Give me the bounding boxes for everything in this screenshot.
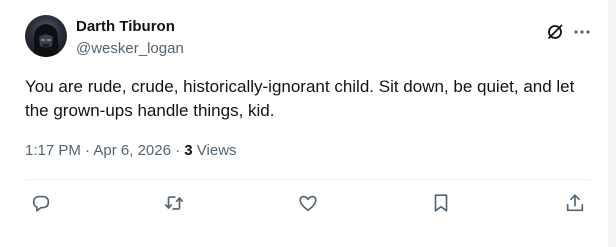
author-name[interactable]: Darth Tiburon	[76, 18, 175, 36]
tweet-time[interactable]: 1:17 PM	[25, 142, 81, 159]
scrollbar[interactable]	[608, 0, 616, 247]
tweet-text: You are rude, crude, historically-ignora…	[25, 77, 575, 120]
tweet-meta: 1:17 PM · Apr 6, 2026 · 3 Views	[25, 142, 237, 160]
avatar[interactable]	[25, 15, 67, 57]
meta-separator: ·	[170, 142, 185, 159]
avatar-image	[34, 24, 58, 57]
divider	[25, 179, 591, 180]
bookmark-icon[interactable]	[430, 192, 452, 214]
author-handle[interactable]: @wesker_logan	[76, 40, 184, 58]
grok-icon[interactable]	[546, 23, 564, 41]
more-icon[interactable]	[573, 23, 591, 41]
views-label: Views	[192, 142, 237, 159]
heart-icon[interactable]	[297, 192, 319, 214]
tweet-card: Darth Tiburon @wesker_logan You are rude…	[0, 0, 608, 247]
meta-separator: ·	[80, 142, 94, 159]
retweet-icon[interactable]	[163, 192, 185, 214]
share-icon[interactable]	[564, 192, 586, 214]
views-count: 3	[184, 142, 193, 159]
scrollbar-thumb[interactable]	[609, 0, 615, 247]
tweet-date[interactable]: Apr 6, 2026	[93, 142, 171, 159]
reply-icon[interactable]	[30, 192, 52, 214]
